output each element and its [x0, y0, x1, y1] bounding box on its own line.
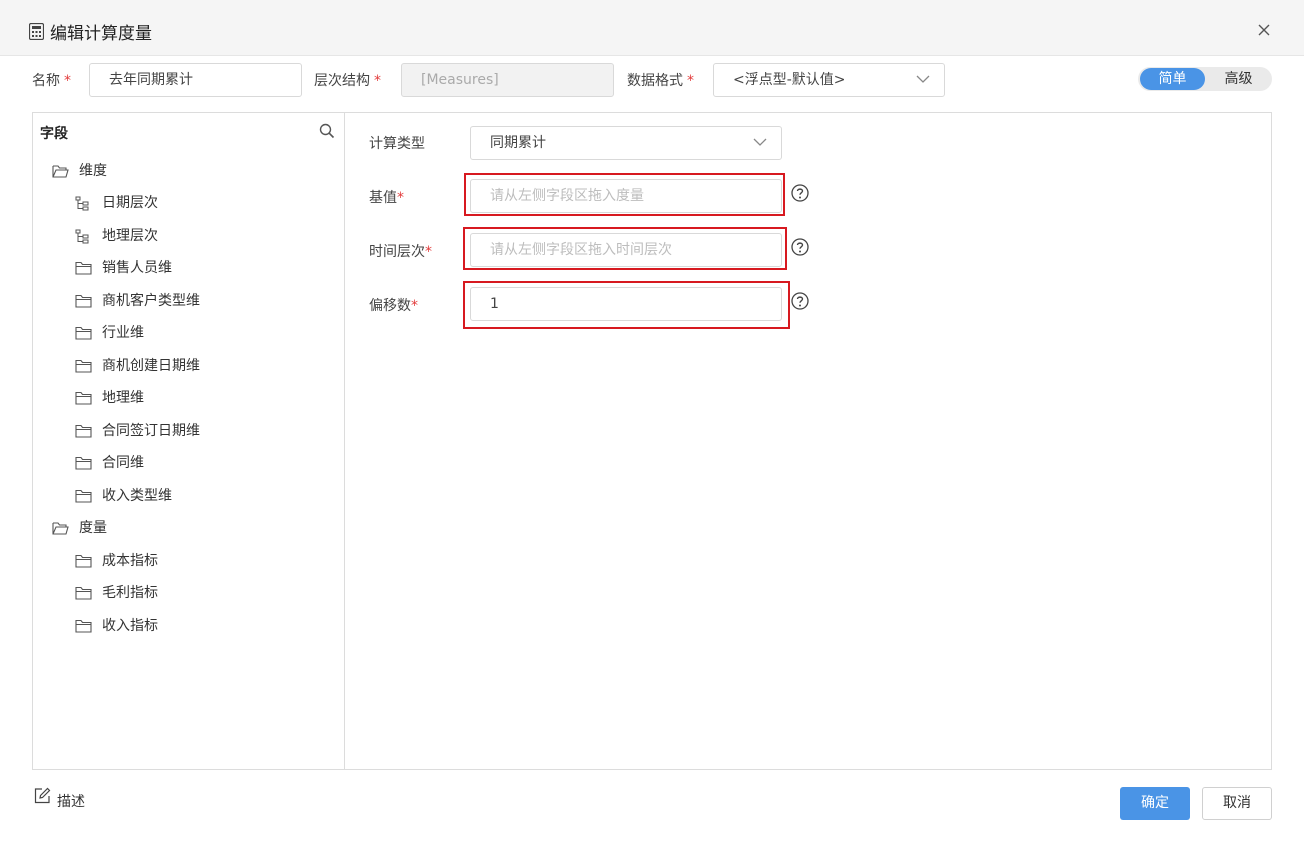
- mode-simple-button[interactable]: 简单: [1140, 68, 1205, 90]
- tree-item[interactable]: 合同签订日期维: [75, 421, 275, 441]
- tree-item-label: 成本指标: [102, 553, 158, 569]
- tree-item-label: 毛利指标: [102, 585, 158, 601]
- tree-item-label: 地理维: [102, 390, 144, 406]
- chevron-down-icon: [753, 138, 767, 146]
- describe-label: 描述: [57, 794, 85, 810]
- dialog-title: 编辑计算度量: [50, 24, 152, 44]
- offset-input[interactable]: 1: [470, 287, 782, 321]
- tree-item-label: 行业维: [102, 325, 144, 341]
- panel-divider: [344, 113, 345, 769]
- name-label: 名称 *: [32, 73, 71, 89]
- tree-item[interactable]: 合同维: [75, 453, 275, 473]
- base-label: 基值*: [369, 190, 404, 206]
- tree-item[interactable]: 商机创建日期维: [75, 356, 275, 376]
- tree-item[interactable]: 收入指标: [75, 616, 275, 636]
- edit-icon: [34, 787, 51, 804]
- tree-item-label: 地理层次: [102, 228, 158, 244]
- tree-item-label: 销售人员维: [102, 260, 172, 276]
- folder-icon: [75, 424, 92, 438]
- tree-item[interactable]: 商机客户类型维: [75, 291, 275, 311]
- tree-group-dimensions[interactable]: 维度: [52, 161, 172, 181]
- format-select-value: <浮点型-默认值>: [733, 72, 846, 88]
- ok-button[interactable]: 确定: [1120, 787, 1190, 820]
- mode-advanced-button[interactable]: 高级: [1207, 68, 1270, 90]
- calc-type-select[interactable]: 同期累计: [470, 126, 782, 160]
- format-select[interactable]: <浮点型-默认值>: [713, 63, 945, 97]
- folder-icon: [75, 391, 92, 405]
- close-icon[interactable]: [1255, 21, 1273, 39]
- calc-type-label: 计算类型: [369, 136, 425, 152]
- folder-icon: [75, 554, 92, 568]
- folder-icon: [75, 456, 92, 470]
- name-input[interactable]: 去年同期累计: [89, 63, 302, 97]
- help-icon[interactable]: [791, 238, 809, 256]
- hierarchy-icon: [75, 229, 89, 244]
- describe-link[interactable]: 描述: [34, 787, 114, 811]
- folder-open-icon: [52, 522, 69, 535]
- hierarchy-label: 层次结构 *: [314, 73, 381, 89]
- tree-group-label: 维度: [79, 163, 107, 179]
- help-icon[interactable]: [791, 184, 809, 202]
- hierarchy-input: [Measures]: [401, 63, 614, 97]
- tree-item[interactable]: 销售人员维: [75, 258, 275, 278]
- time-label: 时间层次*: [369, 244, 432, 260]
- tree-item-label: 合同维: [102, 455, 144, 471]
- tree-item-label: 商机客户类型维: [102, 293, 200, 309]
- folder-icon: [75, 586, 92, 600]
- base-input[interactable]: 请从左侧字段区拖入度量: [470, 179, 782, 213]
- tree-item-label: 合同签订日期维: [102, 423, 200, 439]
- calculator-icon: [29, 23, 44, 40]
- help-icon[interactable]: [791, 292, 809, 310]
- tree-item[interactable]: 行业维: [75, 323, 275, 343]
- tree-group-label: 度量: [79, 520, 107, 536]
- tree-item-label: 收入类型维: [102, 488, 172, 504]
- tree-item-label: 收入指标: [102, 618, 158, 634]
- fields-header: 字段: [40, 126, 68, 142]
- calc-type-value: 同期累计: [490, 135, 546, 151]
- folder-open-icon: [52, 165, 69, 178]
- tree-item[interactable]: 成本指标: [75, 551, 275, 571]
- tree-item[interactable]: 收入类型维: [75, 486, 275, 506]
- folder-icon: [75, 294, 92, 308]
- dialog-title-bar: [0, 0, 1304, 56]
- folder-icon: [75, 489, 92, 503]
- tree-item[interactable]: 日期层次: [75, 193, 275, 213]
- folder-icon: [75, 261, 92, 275]
- hierarchy-icon: [75, 196, 89, 211]
- folder-icon: [75, 359, 92, 373]
- search-icon[interactable]: [319, 123, 335, 139]
- format-label: 数据格式 *: [627, 73, 694, 89]
- offset-label: 偏移数*: [369, 298, 418, 314]
- tree-item[interactable]: 地理层次: [75, 226, 275, 246]
- chevron-down-icon: [916, 75, 930, 83]
- tree-item-label: 日期层次: [102, 195, 158, 211]
- tree-item-label: 商机创建日期维: [102, 358, 200, 374]
- tree-group-measures[interactable]: 度量: [52, 518, 172, 538]
- tree-item[interactable]: 地理维: [75, 388, 275, 408]
- folder-icon: [75, 326, 92, 340]
- cancel-button[interactable]: 取消: [1202, 787, 1272, 820]
- time-input[interactable]: 请从左侧字段区拖入时间层次: [470, 233, 782, 267]
- tree-item[interactable]: 毛利指标: [75, 583, 275, 603]
- folder-icon: [75, 619, 92, 633]
